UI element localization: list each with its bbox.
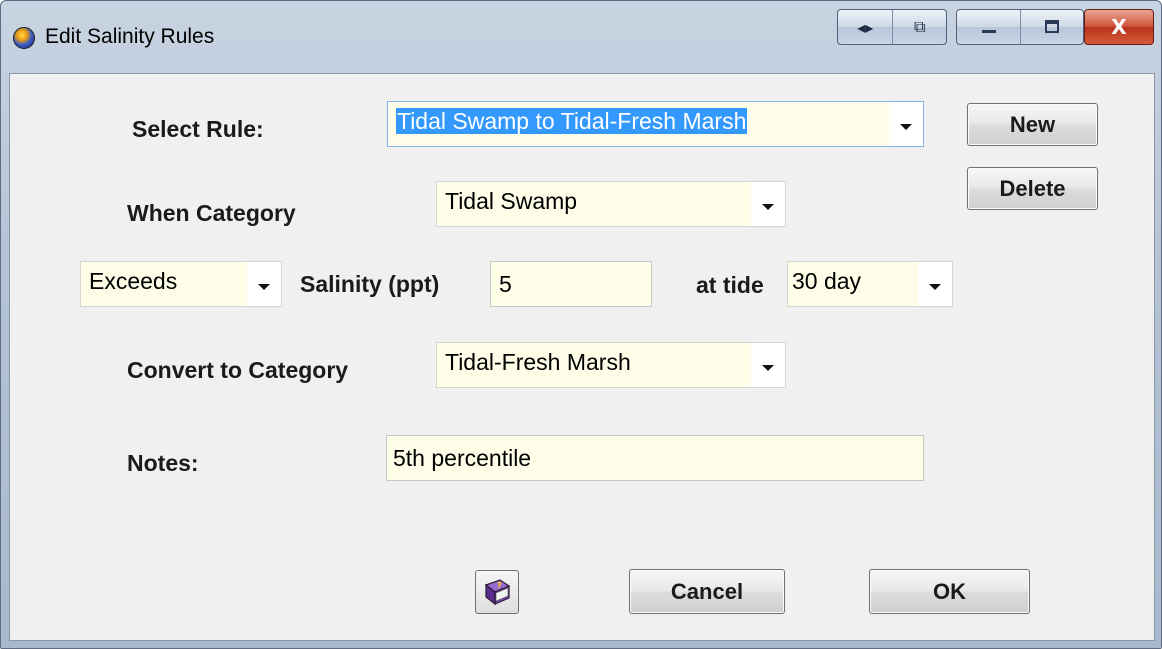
help-button[interactable]: ?	[475, 570, 519, 614]
window-title: Edit Salinity Rules	[45, 25, 215, 48]
close-button[interactable]: X	[1084, 9, 1154, 45]
comparator-value: Exceeds	[89, 268, 178, 294]
convert-to-category-label: Convert to Category	[127, 357, 349, 383]
ok-button[interactable]: OK	[869, 569, 1030, 614]
notes-input[interactable]: 5th percentile	[386, 435, 924, 481]
select-rule-dropdown[interactable]: Tidal Swamp to Tidal-Fresh Marsh	[387, 101, 924, 147]
nav-arrows-icon[interactable]: ◂▸	[838, 10, 892, 44]
dialog-body: Select Rule: Tidal Swamp to Tidal-Fresh …	[9, 73, 1155, 641]
salinity-label: Salinity (ppt)	[300, 271, 440, 297]
title-bar[interactable]: Edit Salinity Rules ◂▸ ⧉ X	[1, 1, 1161, 73]
when-category-value: Tidal Swamp	[445, 188, 578, 214]
chevron-down-icon[interactable]	[751, 343, 785, 387]
chevron-down-icon[interactable]	[247, 262, 281, 306]
minimize-icon	[981, 30, 996, 33]
svg-text:?: ?	[497, 581, 502, 590]
select-rule-label: Select Rule:	[132, 116, 264, 142]
help-book-icon: ?	[484, 579, 511, 606]
window-controls-group	[956, 9, 1084, 45]
tide-value: 30 day	[792, 268, 862, 294]
notes-label: Notes:	[127, 450, 199, 476]
convert-to-category-dropdown[interactable]: Tidal-Fresh Marsh	[436, 342, 786, 388]
app-globe-icon	[13, 27, 35, 49]
tide-dropdown[interactable]: 30 day	[787, 261, 953, 307]
new-button[interactable]: New	[967, 103, 1098, 146]
close-icon: X	[1111, 15, 1127, 39]
chevron-down-icon[interactable]	[889, 102, 923, 146]
minimize-button[interactable]	[957, 10, 1020, 44]
pin-icon[interactable]: ⧉	[892, 10, 946, 44]
select-rule-value: Tidal Swamp to Tidal-Fresh Marsh	[396, 108, 748, 134]
convert-to-category-value: Tidal-Fresh Marsh	[445, 349, 631, 375]
chevron-down-icon[interactable]	[918, 262, 952, 306]
salinity-input[interactable]: 5	[490, 261, 652, 307]
cancel-button[interactable]: Cancel	[629, 569, 785, 614]
when-category-label: When Category	[127, 200, 296, 226]
maximize-button[interactable]	[1020, 10, 1083, 44]
maximize-icon	[1045, 20, 1060, 33]
chevron-down-icon[interactable]	[751, 182, 785, 226]
when-category-dropdown[interactable]: Tidal Swamp	[436, 181, 786, 227]
dialog-window: Edit Salinity Rules ◂▸ ⧉ X Select Rule: …	[0, 0, 1162, 649]
extra-controls-group: ◂▸ ⧉	[837, 9, 947, 45]
at-tide-label: at tide	[696, 272, 764, 298]
comparator-dropdown[interactable]: Exceeds	[80, 261, 282, 307]
delete-button[interactable]: Delete	[967, 167, 1098, 210]
